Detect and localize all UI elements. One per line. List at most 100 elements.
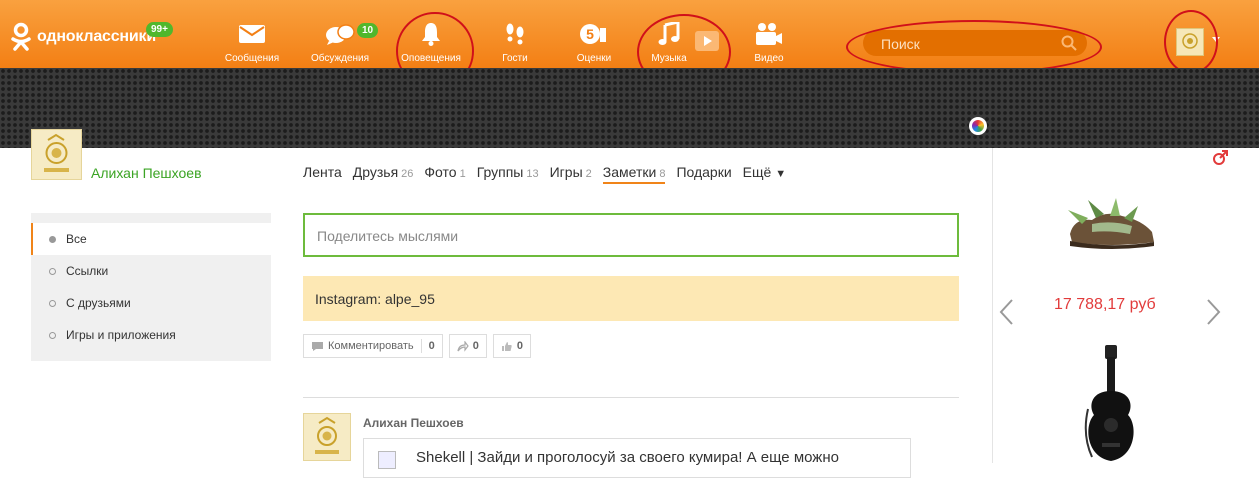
share-count: 0: [472, 340, 479, 352]
ad-product-sneaker-image[interactable]: [1062, 194, 1160, 259]
radio-dot-icon: [49, 267, 56, 275]
theme-color-picker-icon[interactable]: [969, 117, 987, 135]
svg-text:5: 5: [586, 26, 594, 42]
filter-label: Все: [66, 232, 87, 246]
tab-label: Подарки: [676, 164, 732, 180]
note-text: Instagram: alpe_95: [315, 291, 435, 307]
radio-dot-icon: [49, 299, 56, 307]
ad-product-price[interactable]: 17 788,17 руб: [1054, 296, 1156, 314]
tab-label: Ещё: [742, 164, 772, 180]
filter-games-apps[interactable]: Игры и приложения: [31, 319, 271, 351]
feed-author-name[interactable]: Алихан Пешхоев: [363, 416, 464, 430]
comment-label: Комментировать: [328, 340, 414, 352]
chevron-down-icon: ▼: [775, 168, 787, 180]
profile-cover-pattern: [0, 68, 1259, 148]
nav-ratings[interactable]: 5 Оценки: [576, 22, 612, 64]
user-avatar-button[interactable]: [1176, 28, 1204, 56]
like-button[interactable]: 0: [492, 334, 532, 358]
tab-photos[interactable]: Фото 1: [424, 164, 465, 184]
filter-all[interactable]: Все: [31, 223, 271, 255]
search-box: [863, 30, 1087, 56]
nav-video[interactable]: Видео: [752, 22, 786, 64]
ad-options-icon[interactable]: [1212, 150, 1228, 171]
comment-icon: [312, 341, 323, 351]
filter-with-friends[interactable]: С друзьями: [31, 287, 271, 319]
music-player-icon[interactable]: [695, 31, 719, 56]
carousel-next-icon[interactable]: [1206, 298, 1222, 331]
footprints-icon: [503, 22, 527, 46]
crest-icon: [1182, 33, 1198, 49]
discussions-badge: 10: [357, 23, 379, 38]
tab-friends[interactable]: Друзья 26: [353, 164, 414, 184]
nav-music-label: Музыка: [651, 53, 687, 64]
filter-label: Ссылки: [66, 264, 109, 278]
logo[interactable]: одноклассники: [10, 22, 156, 52]
profile-name[interactable]: Алихан Пешхоев: [91, 165, 202, 181]
search-input[interactable]: [879, 34, 1053, 54]
post-composer: [303, 213, 959, 257]
tab-label: Друзья: [352, 164, 399, 180]
music-note-icon: [658, 22, 680, 46]
logo-text: одноклассники: [37, 28, 156, 45]
chat-bubbles-icon: [325, 22, 355, 46]
logo-notification-badge: 99+: [146, 22, 173, 37]
tab-count: 1: [459, 168, 466, 180]
tab-label: Группы: [476, 164, 524, 180]
nav-music[interactable]: Музыка: [651, 22, 687, 64]
nav-ratings-label: Оценки: [576, 53, 612, 64]
nav-video-label: Видео: [754, 53, 784, 64]
nav-guests[interactable]: Гости: [500, 22, 530, 64]
radio-dot-icon: [49, 235, 56, 243]
pinned-note[interactable]: Instagram: alpe_95: [303, 276, 959, 321]
tab-label: Фото: [424, 164, 457, 180]
tab-count: 2: [585, 168, 592, 180]
tab-games[interactable]: Игры 2: [550, 164, 592, 184]
carousel-prev-icon[interactable]: [998, 298, 1014, 331]
filter-label: С друзьями: [66, 296, 131, 310]
nav-messages-label: Сообщения: [224, 53, 280, 64]
feed-link-text: Shekell | Зайди и проголосуй за своего к…: [416, 449, 839, 466]
filter-links[interactable]: Ссылки: [31, 255, 271, 287]
ad-product-guitar-image[interactable]: [1082, 345, 1140, 468]
tab-gifts[interactable]: Подарки: [676, 164, 731, 184]
tab-more[interactable]: Ещё ▼: [743, 164, 786, 184]
tab-label: Игры: [549, 164, 583, 180]
comment-count: 0: [428, 340, 435, 352]
crest-icon: [44, 133, 69, 172]
tab-count: 26: [401, 168, 414, 180]
top-bar: одноклассники 99+ Сообщения Обсуждения 1…: [0, 0, 1259, 68]
tab-label: Лента: [303, 164, 342, 180]
tab-notes[interactable]: Заметки 8: [602, 164, 666, 184]
rating-five-icon: 5: [580, 22, 608, 46]
feed-link-card[interactable]: Shekell | Зайди и проголосуй за своего к…: [363, 438, 911, 478]
tab-feed[interactable]: Лента: [303, 164, 342, 184]
link-thumbnail-icon: [378, 451, 396, 469]
search-icon[interactable]: [1061, 35, 1077, 56]
filter-label: Игры и приложения: [66, 328, 176, 342]
notes-filter-menu: Все Ссылки С друзьями Игры и приложения: [31, 213, 271, 361]
thumbs-up-icon: [501, 341, 512, 351]
like-count: 0: [516, 340, 524, 352]
video-camera-icon: [755, 22, 783, 46]
nav-notifications[interactable]: Оповещения: [400, 22, 462, 64]
radio-dot-icon: [49, 331, 56, 339]
tab-groups[interactable]: Группы 13: [477, 164, 539, 184]
share-button[interactable]: 0: [448, 334, 487, 358]
nav-notifications-label: Оповещения: [401, 53, 461, 64]
share-icon: [457, 340, 469, 352]
tab-label: Заметки: [602, 164, 657, 180]
user-menu-caret-icon[interactable]: [1212, 37, 1220, 42]
envelope-icon: [239, 22, 265, 46]
nav-discussions-label: Обсуждения: [310, 53, 370, 64]
comment-button[interactable]: Комментировать 0: [303, 334, 443, 358]
note-actions: Комментировать 0 0 0: [303, 334, 537, 358]
feed-author-avatar[interactable]: [303, 413, 351, 461]
nav-guests-label: Гости: [502, 53, 528, 64]
profile-avatar[interactable]: [31, 129, 82, 180]
crest-icon: [315, 416, 339, 454]
profile-tabs: Лента Друзья 26 Фото 1 Группы 13 Игры 2 Заме…: [303, 164, 797, 184]
page-right-margin: [1231, 148, 1259, 463]
post-composer-input[interactable]: [315, 227, 919, 245]
feed-divider: [303, 397, 959, 398]
nav-messages[interactable]: Сообщения: [224, 22, 280, 64]
